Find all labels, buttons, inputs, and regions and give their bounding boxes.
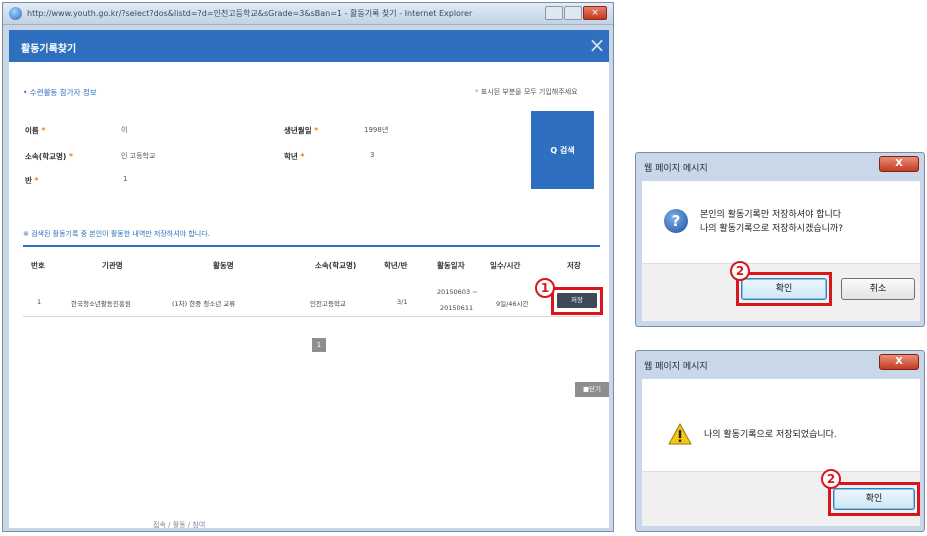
col-header-activity: 활동명	[213, 261, 234, 270]
name-label: 이름 *	[25, 125, 45, 136]
saved-dialog-close-button[interactable]: X	[879, 354, 919, 370]
ie-window-title: http://www.youth.go.kr/?select?dos&listd…	[27, 9, 473, 18]
modal-header: 활동기록찾기 ×	[9, 30, 609, 62]
cell-school: 인천고등학교	[310, 300, 346, 308]
required-note-text: 표시된 부분을 모두 기입해주세요	[480, 88, 578, 96]
saved-dialog-title: 웹 페이지 메시지	[644, 362, 708, 372]
close-button[interactable]: ■닫기	[575, 382, 609, 397]
confirm-dialog-title: 웹 페이지 메시지	[644, 164, 708, 174]
school-value: 인 고등학교	[121, 152, 156, 160]
confirm-message-line2: 나의 활동기록으로 저장하시겠습니까?	[700, 224, 843, 234]
school-label: 소속(학교명) *	[25, 151, 73, 162]
warning-icon	[668, 423, 692, 445]
grade-label: 학년 *	[284, 151, 304, 162]
saved-ok-button[interactable]: 확인	[833, 488, 915, 510]
callout-badge-1: 1	[535, 278, 555, 298]
required-mark: *	[34, 176, 39, 185]
required-mark: *	[41, 126, 46, 135]
class-label: 반 *	[25, 175, 38, 186]
modal-close-icon[interactable]: ×	[587, 34, 607, 56]
ie-browser-window: http://www.youth.go.kr/?select?dos&listd…	[2, 2, 614, 532]
name-value: 이	[121, 126, 128, 134]
confirm-cancel-button[interactable]: 취소	[841, 278, 915, 300]
col-header-no: 번호	[31, 261, 45, 270]
save-button[interactable]: 저장	[557, 293, 597, 308]
ie-close-button[interactable]: ×	[583, 6, 607, 20]
class-label-text: 반	[25, 176, 32, 185]
required-mark: *	[314, 126, 319, 135]
saved-dialog: 웹 페이지 메시지 X 나의 활동기록으로 저장되었습니다. 확인 2	[635, 350, 925, 532]
cell-activity: (1차) 한중 청소년 교류	[172, 300, 236, 308]
table-top-border	[23, 245, 600, 247]
callout-badge-2b: 2	[821, 469, 841, 489]
search-button[interactable]: Q 검색	[531, 111, 594, 189]
col-header-save: 저장	[567, 261, 581, 270]
class-value: 1	[123, 175, 128, 183]
cell-date-start: 20150603 ~	[437, 288, 478, 296]
name-label-text: 이름	[25, 126, 39, 135]
required-mark: *	[475, 88, 479, 96]
required-mark: *	[68, 152, 73, 161]
cell-days-hours: 9일/46시간	[496, 300, 529, 308]
callout-badge-2: 2	[730, 261, 750, 281]
col-header-days-hours: 일수/시간	[490, 261, 521, 270]
section-heading: • 수련활동 참가자 정보	[23, 88, 97, 97]
modal-title: 활동기록찾기	[21, 44, 77, 55]
col-header-date: 활동일자	[437, 261, 465, 270]
confirm-ok-button[interactable]: 확인	[741, 278, 827, 300]
cell-no: 1	[37, 298, 42, 306]
confirm-dialog-close-button[interactable]: X	[879, 156, 919, 172]
birth-value: 1998년	[364, 126, 389, 134]
col-header-org: 기관명	[102, 261, 123, 270]
birth-label: 생년월일 *	[284, 125, 318, 136]
ie-globe-icon	[9, 7, 22, 20]
confirm-dialog: 웹 페이지 메시지 X ? 본인의 활동기록만 저장하셔야 합니다 나의 활동기…	[635, 152, 925, 327]
list-heading: ※ 검색된 활동기록 중 본인이 활동한 내역만 저장하셔야 합니다.	[23, 230, 210, 238]
grade-value: 3	[370, 151, 375, 159]
question-icon: ?	[664, 209, 688, 233]
required-mark: *	[300, 152, 305, 161]
minimize-button[interactable]	[545, 6, 563, 20]
school-label-text: 소속(학교명)	[25, 152, 67, 161]
modal-body: • 수련활동 참가자 정보 * 표시된 부분을 모두 기입해주세요 이름 * 이…	[9, 62, 609, 528]
cell-org: 한국청소년활동진흥원	[71, 300, 131, 308]
maximize-button[interactable]	[564, 6, 582, 20]
confirm-message-line1: 본인의 활동기록만 저장하셔야 합니다	[700, 210, 842, 220]
cell-grade-class: 3/1	[397, 298, 408, 306]
required-note: * 표시된 부분을 모두 기입해주세요	[475, 87, 578, 97]
col-header-grade-class: 학년/반	[384, 261, 408, 270]
saved-message: 나의 활동기록으로 저장되었습니다.	[704, 430, 837, 440]
cell-date-end: 20150611	[440, 304, 474, 312]
pagination-page-1[interactable]: 1	[312, 338, 326, 352]
ie-titlebar: http://www.youth.go.kr/?select?dos&listd…	[3, 3, 613, 25]
birth-label-text: 생년월일	[284, 126, 312, 135]
col-header-school: 소속(학교명)	[315, 261, 357, 270]
table-row-border	[23, 316, 600, 317]
bottom-faint-text: 접속 / 활동 / 참여	[153, 521, 206, 529]
grade-label-text: 학년	[284, 152, 298, 161]
